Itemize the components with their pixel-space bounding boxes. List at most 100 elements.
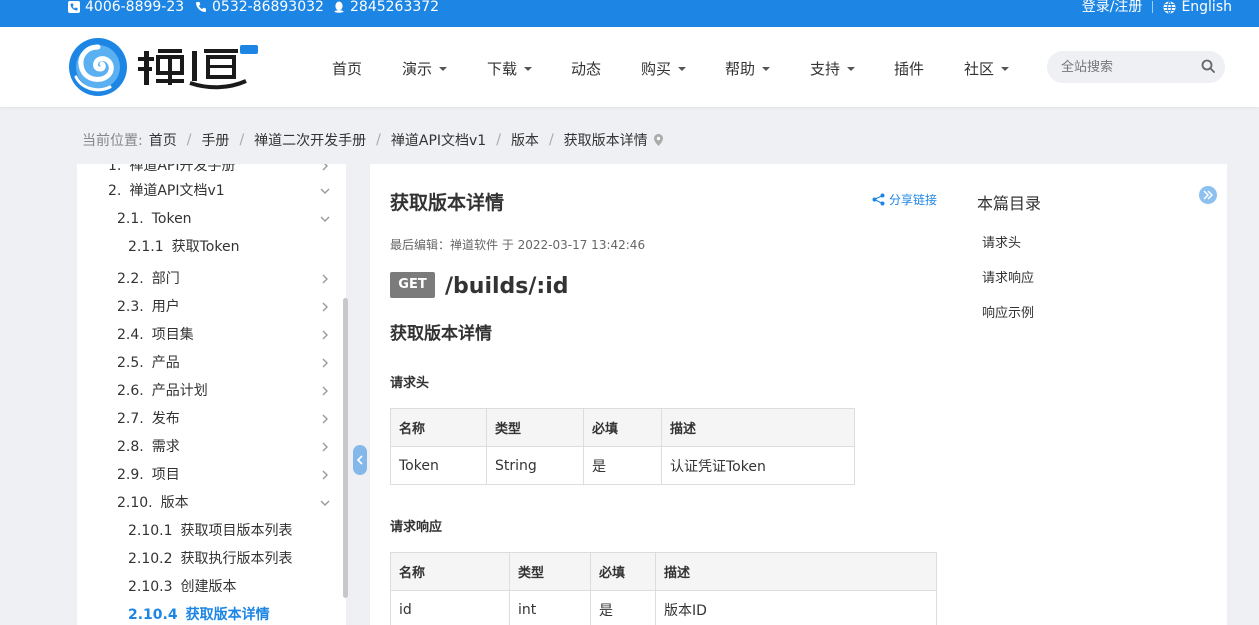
nav-download[interactable]: 下载: [487, 58, 533, 79]
tree-item-product-plan[interactable]: 2.6. 产品计划: [77, 377, 339, 405]
tree-item-get-build-detail[interactable]: 2.10.4 获取版本详情: [77, 601, 339, 625]
column-header: 必填: [583, 408, 662, 447]
qq-number: 2845263372: [350, 0, 440, 15]
qq-icon: [334, 1, 344, 13]
tree-item-label: 用户: [151, 299, 180, 315]
caret-down-icon: [439, 66, 448, 71]
tree-item-release[interactable]: 2.7. 发布: [77, 405, 339, 433]
breadcrumb-dev-manual[interactable]: 禅道二次开发手册: [254, 130, 366, 150]
tree-item-project-build-list[interactable]: 2.10.1 获取项目版本列表: [77, 517, 339, 545]
toc-title: 本篇目录: [977, 194, 1042, 213]
table-cell: id: [390, 590, 510, 625]
table-header-row: 名称 类型 必填 描述: [390, 552, 937, 591]
nav-label: 下载: [487, 60, 518, 78]
nav-help[interactable]: 帮助: [725, 58, 771, 79]
sidebar-collapse-button[interactable]: [353, 445, 367, 475]
search-icon[interactable]: [1201, 59, 1215, 73]
tree-item-user[interactable]: 2.3. 用户: [77, 293, 339, 321]
chevron-right-icon: [322, 442, 328, 452]
chevron-right-icon: [322, 164, 328, 171]
table-cell: 是: [583, 446, 662, 485]
breadcrumb-separator: /: [496, 132, 501, 148]
language-switch[interactable]: English: [1163, 0, 1232, 14]
share-label: 分享链接: [889, 193, 938, 207]
nav-buy[interactable]: 购买: [641, 58, 687, 79]
tree-item-label: 发布: [151, 411, 180, 427]
article-panel: 获取版本详情 分享链接 最后编辑：禅道软件 于 2022-03-17 13:42…: [370, 164, 1227, 625]
login-register-link[interactable]: 登录/注册: [1082, 0, 1143, 14]
tree-item-get-token[interactable]: 2.1.1 获取Token: [77, 233, 339, 261]
nav-community[interactable]: 社区: [964, 58, 1010, 79]
toc-item-request-response[interactable]: 请求响应: [982, 267, 1034, 286]
table-row: id int 是 版本ID: [390, 590, 937, 625]
tree-item-product[interactable]: 2.5. 产品: [77, 349, 339, 377]
tree-item-story[interactable]: 2.8. 需求: [77, 433, 339, 461]
chevron-left-icon: [356, 455, 363, 465]
request-response-table: 名称 类型 必填 描述 id int 是 版本ID: [390, 552, 937, 625]
column-header: 类型: [486, 408, 584, 447]
tree-item-number: 2.10.: [117, 495, 153, 511]
api-endpoint-path: /builds/:id: [445, 274, 569, 299]
chevron-right-icon: [322, 414, 328, 424]
tree-item-create-build[interactable]: 2.10.3 创建版本: [77, 573, 339, 601]
toc-item-request-header[interactable]: 请求头: [982, 232, 1021, 251]
tree-item-dept[interactable]: 2.2. 部门: [77, 265, 339, 293]
tree-item-label: 版本: [160, 495, 189, 511]
column-header: 描述: [661, 408, 855, 447]
tree-item-number: 2.8.: [117, 439, 144, 455]
phone-contact-1: 4006-8899-23: [68, 0, 184, 14]
tree-item-number: 2.10.4: [128, 607, 178, 623]
http-method-badge: GET: [390, 272, 435, 298]
sidebar-scrollbar[interactable]: [343, 298, 348, 598]
tree-item-execution-build-list[interactable]: 2.10.2 获取执行版本列表: [77, 545, 339, 573]
breadcrumb-build[interactable]: 版本: [511, 130, 539, 150]
tree-item-number: 2.1.: [117, 211, 144, 227]
breadcrumb-manual[interactable]: 手册: [201, 130, 229, 150]
breadcrumb-separator: /: [548, 132, 554, 148]
column-header: 类型: [509, 552, 591, 591]
zentao-logo[interactable]: [68, 37, 260, 97]
nav-label: 购买: [641, 60, 672, 78]
toc-toggle-button[interactable]: [1199, 186, 1217, 204]
breadcrumb-separator: /: [376, 132, 381, 148]
breadcrumb-api-doc[interactable]: 禅道API文档v1: [391, 130, 486, 150]
tree-item-label: 需求: [151, 439, 180, 455]
nav-label: 动态: [571, 60, 602, 78]
table-cell: 是: [590, 590, 656, 625]
last-edited-meta: 最后编辑：禅道软件 于 2022-03-17 13:42:46: [390, 238, 646, 252]
tree-item-number: 2.7.: [117, 411, 144, 427]
breadcrumb-prefix: 当前位置:: [82, 133, 143, 149]
nav-label: 支持: [810, 60, 841, 78]
breadcrumb-home[interactable]: 首页: [149, 130, 177, 150]
column-header: 必填: [590, 552, 656, 591]
nav-home[interactable]: 首页: [332, 58, 362, 79]
tree-item-project[interactable]: 2.9. 项目: [77, 461, 339, 489]
tree-item-number: 2.1.1: [128, 239, 164, 255]
chevron-right-icon: [322, 330, 328, 340]
caret-down-icon: [762, 66, 771, 71]
table-cell: String: [486, 446, 584, 485]
phone-icon: [68, 1, 80, 13]
topbar-right: 登录/注册 English: [1082, 0, 1232, 14]
nav-plugins[interactable]: 插件: [894, 58, 924, 79]
share-link-button[interactable]: 分享链接: [872, 191, 937, 208]
share-icon: [872, 193, 885, 206]
phone-contact-2: 0532-86893032: [195, 0, 324, 14]
tree-item-label: 获取Token: [171, 239, 240, 255]
nav-support[interactable]: 支持: [810, 58, 856, 79]
tree-item-token[interactable]: 2.1. Token: [77, 205, 339, 233]
tree-item-number: 2.4.: [117, 327, 144, 343]
tree-item-program[interactable]: 2.4. 项目集: [77, 321, 339, 349]
tree-item-label: 禅道API文档v1: [129, 183, 225, 199]
tree-item-build[interactable]: 2.10. 版本: [77, 489, 339, 517]
search-input[interactable]: [1061, 57, 1191, 77]
chevron-down-icon: [320, 188, 330, 194]
nav-news[interactable]: 动态: [571, 58, 601, 79]
nav-demo[interactable]: 演示: [402, 58, 448, 79]
tree-item-label: 项目: [151, 467, 180, 483]
caret-down-icon: [847, 66, 856, 71]
section-heading: 获取版本详情: [390, 324, 492, 344]
article-title: 获取版本详情: [390, 192, 505, 214]
tree-item-api-doc-v1[interactable]: 2. 禅道API文档v1: [77, 177, 339, 205]
toc-item-response-example[interactable]: 响应示例: [982, 302, 1034, 321]
